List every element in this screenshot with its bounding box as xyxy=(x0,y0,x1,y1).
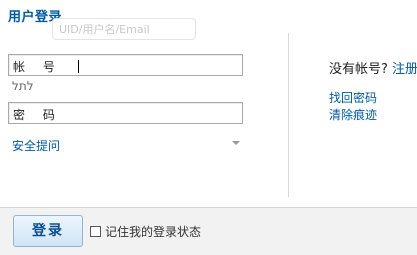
remember-checkbox[interactable] xyxy=(90,226,101,237)
no-account-label: 没有帐号? xyxy=(329,62,388,77)
chevron-down-icon[interactable] xyxy=(232,141,240,145)
clear-traces-link[interactable]: 清除痕迹 xyxy=(329,106,377,123)
account-label: 帐 号 xyxy=(13,60,62,74)
password-input[interactable]: 密 码 xyxy=(8,102,243,124)
login-dialog: 用户登录 UID/用户名/Email 帐 号 לתל 密 码 安全提问 没有帐号… xyxy=(0,0,417,255)
register-link[interactable]: 注册 xyxy=(392,62,417,77)
no-account-text: 没有帐号? 注册 xyxy=(329,58,417,77)
keyboard-icon[interactable]: לתל xyxy=(12,79,34,93)
password-label: 密 码 xyxy=(13,108,62,122)
vertical-divider xyxy=(288,33,289,197)
text-caret xyxy=(78,60,79,73)
username-hint-tooltip: UID/用户名/Email xyxy=(52,18,196,40)
recover-password-link[interactable]: 找回密码 xyxy=(329,89,377,106)
security-question-select[interactable]: 安全提问 xyxy=(12,137,60,154)
remember-label: 记住我的登录状态 xyxy=(105,225,202,239)
account-input[interactable]: 帐 号 xyxy=(8,54,243,76)
login-button[interactable]: 登录 xyxy=(13,215,83,247)
remember-me[interactable]: 记住我的登录状态 xyxy=(90,223,201,240)
